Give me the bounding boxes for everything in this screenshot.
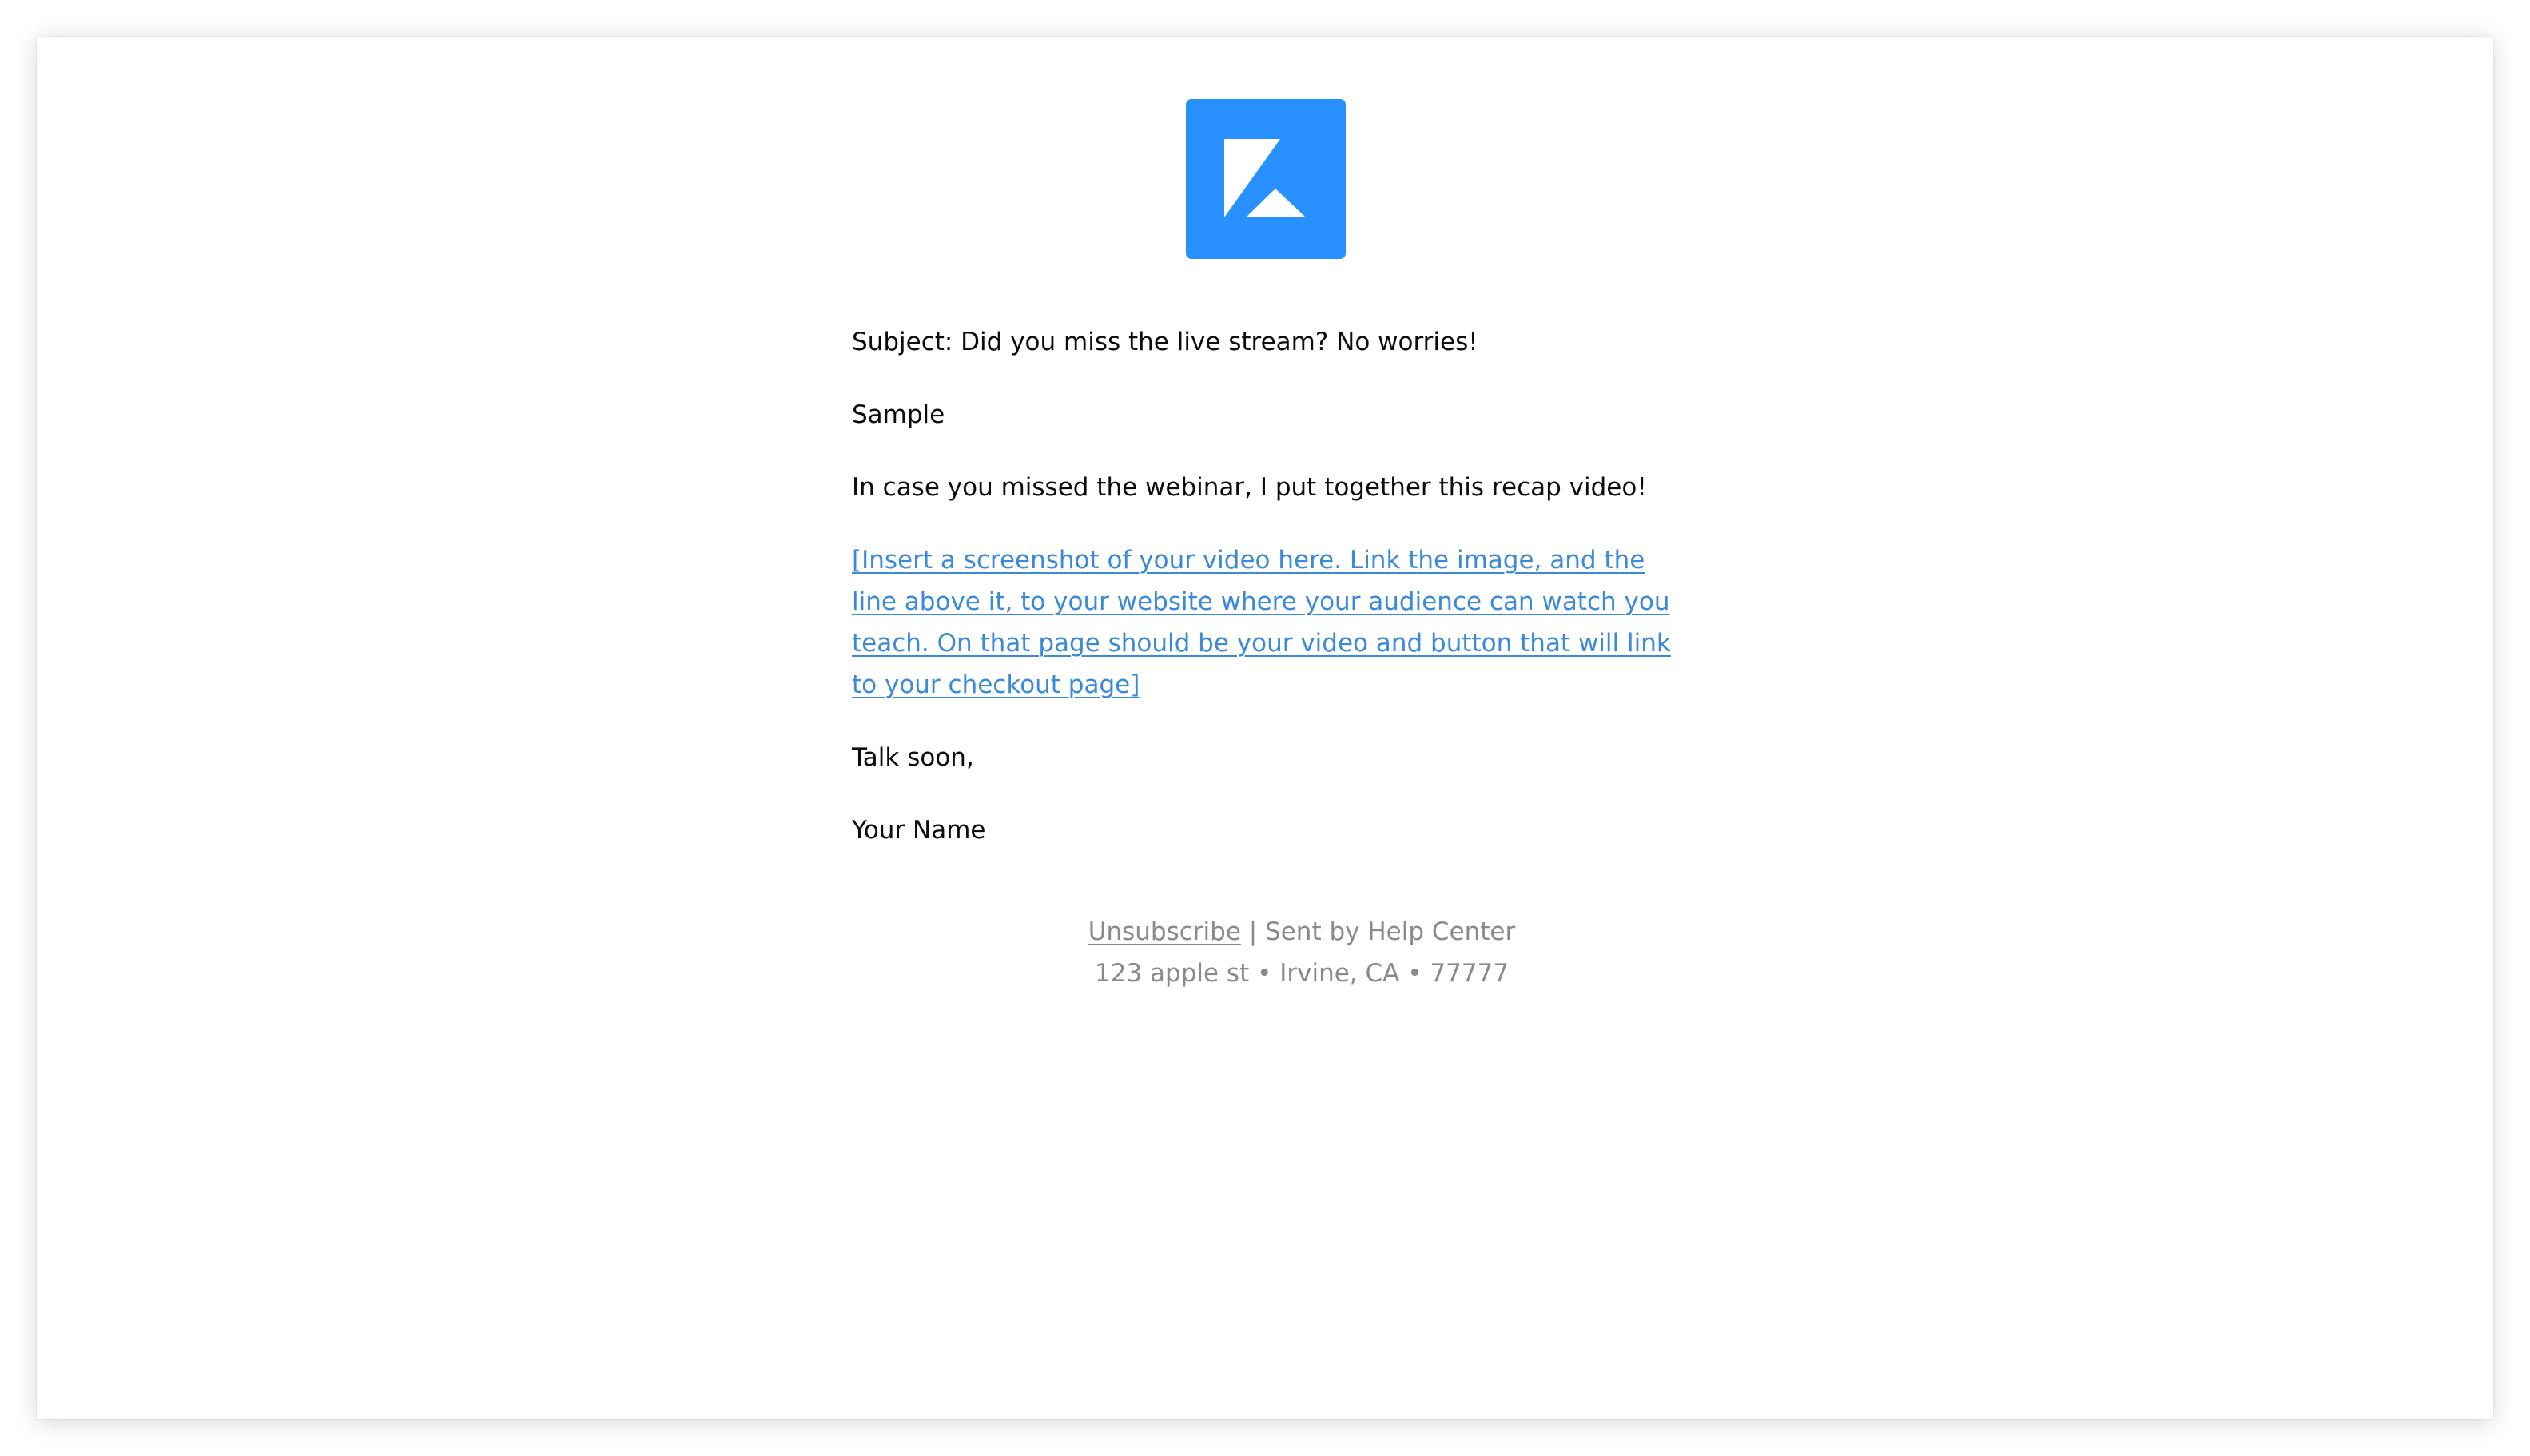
- email-preview-frame: Subject: Did you miss the live stream? N…: [37, 37, 2493, 1419]
- email-intro: In case you missed the webinar, I put to…: [852, 473, 1647, 502]
- footer-address: 123 apple st • Irvine, CA • 77777: [1095, 959, 1509, 988]
- video-placeholder-link[interactable]: [Insert a screenshot of your video here.…: [852, 546, 1671, 699]
- video-link-paragraph: [Insert a screenshot of your video here.…: [852, 539, 1679, 706]
- footer-line-1: Unsubscribe | Sent by Help Center: [852, 911, 1752, 953]
- email-signature: Your Name: [852, 816, 986, 845]
- email-subject: Subject: Did you miss the live stream? N…: [852, 328, 1478, 356]
- kajabi-k-logo-icon: [1224, 139, 1306, 217]
- sent-by-text: | Sent by Help Center: [1240, 917, 1516, 946]
- email-footer: Unsubscribe | Sent by Help Center 123 ap…: [852, 911, 1752, 994]
- brand-logo-icon: [1186, 99, 1346, 259]
- unsubscribe-link[interactable]: Unsubscribe: [1088, 917, 1241, 946]
- email-greeting: Sample: [852, 400, 945, 429]
- email-body: Subject: Did you miss the live stream? N…: [852, 321, 1691, 882]
- email-signoff: Talk soon,: [852, 743, 974, 772]
